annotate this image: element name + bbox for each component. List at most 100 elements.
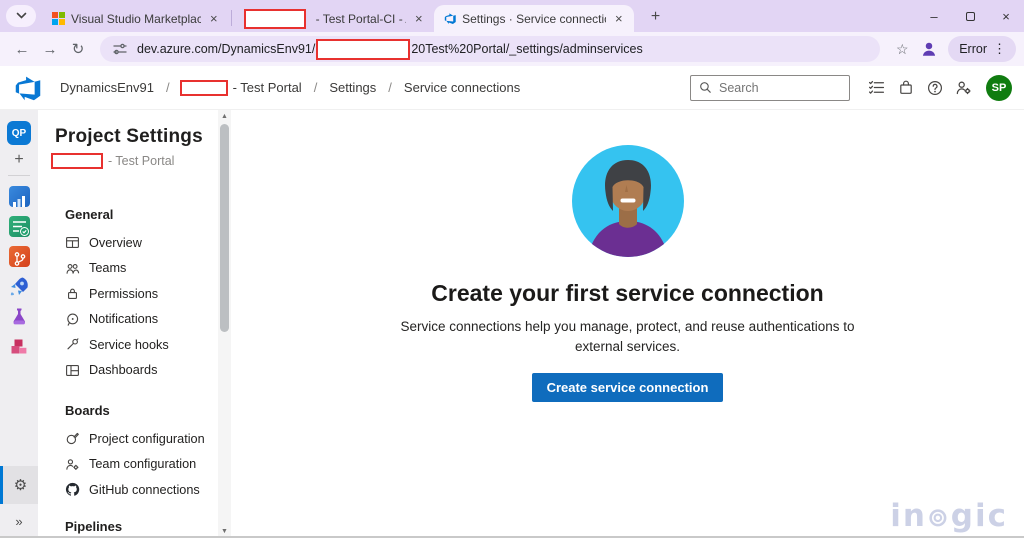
back-button[interactable]: ← bbox=[8, 41, 36, 58]
rail-item-overview[interactable] bbox=[0, 181, 38, 211]
scrollbar-thumb[interactable] bbox=[220, 124, 229, 332]
test-plans-flask-icon bbox=[10, 307, 28, 326]
close-tab-icon[interactable]: × bbox=[207, 11, 221, 26]
breadcrumb-separator: / bbox=[378, 80, 402, 95]
bookmark-star-icon[interactable]: ☆ bbox=[888, 41, 916, 58]
redaction-box bbox=[244, 9, 306, 29]
rail-item-test-plans[interactable] bbox=[0, 301, 38, 331]
empty-state-heading: Create your first service connection bbox=[431, 280, 823, 307]
search-icon bbox=[699, 81, 712, 94]
site-settings-icon[interactable] bbox=[112, 41, 128, 57]
product-rail: QP + bbox=[0, 110, 38, 538]
gear-icon: ⚙ bbox=[14, 476, 27, 494]
create-service-connection-button[interactable]: Create service connection bbox=[532, 373, 724, 402]
breadcrumb-separator: / bbox=[304, 80, 328, 95]
teams-icon bbox=[65, 261, 80, 276]
sidebar-item-overview[interactable]: Overview bbox=[38, 230, 218, 256]
breadcrumb-project[interactable]: - Test Portal bbox=[231, 80, 304, 95]
github-icon bbox=[65, 482, 80, 497]
overview-icon bbox=[65, 235, 80, 250]
browser-window: Visual Studio Marketplace × - Test Porta… bbox=[0, 0, 1024, 538]
search-input[interactable] bbox=[719, 81, 829, 95]
breadcrumb-separator: / bbox=[156, 80, 180, 95]
sidebar-scrollbar[interactable]: ▲ ▼ bbox=[218, 110, 231, 538]
sidebar-item-teams[interactable]: Teams bbox=[38, 256, 218, 282]
tab-title: - Test Portal-CI - Azur bbox=[316, 12, 406, 26]
tab-pipeline[interactable]: - Test Portal-CI - Azur × bbox=[234, 5, 434, 32]
repos-branch-icon bbox=[9, 246, 30, 267]
inogic-watermark: in⊚gic bbox=[890, 498, 1008, 534]
rail-divider bbox=[8, 175, 30, 176]
redaction-box bbox=[51, 153, 103, 169]
person-illustration bbox=[572, 145, 684, 257]
sidebar-title: Project Settings bbox=[55, 126, 218, 148]
browser-profile-icon[interactable] bbox=[916, 40, 942, 58]
help-icon[interactable] bbox=[920, 80, 949, 96]
tab-title: Visual Studio Marketplace bbox=[71, 12, 201, 26]
profile-error-pill[interactable]: Error ⋮ bbox=[948, 36, 1016, 62]
breadcrumb-service-connections[interactable]: Service connections bbox=[402, 80, 522, 95]
breadcrumb-org[interactable]: DynamicsEnv91 bbox=[58, 80, 156, 95]
rail-expand-button[interactable]: » bbox=[0, 504, 38, 538]
chevron-down-icon bbox=[16, 12, 27, 20]
sidebar-item-dashboards[interactable]: Dashboards bbox=[38, 358, 218, 384]
scroll-down-icon[interactable]: ▼ bbox=[221, 525, 228, 538]
url-prefix: dev.azure.com/DynamicsEnv91/ bbox=[137, 42, 315, 56]
main-content: Create your first service connection Ser… bbox=[231, 110, 1024, 538]
rail-item-pipelines[interactable] bbox=[0, 271, 38, 301]
notifications-icon bbox=[65, 312, 80, 327]
maximize-button[interactable] bbox=[952, 12, 988, 21]
tab-marketplace[interactable]: Visual Studio Marketplace × bbox=[42, 5, 229, 32]
app-body: QP + bbox=[0, 110, 1024, 538]
sidebar-item-team-configuration[interactable]: Team configuration bbox=[38, 452, 218, 478]
microsoft-logo-icon bbox=[52, 12, 65, 25]
rail-item-artifacts[interactable] bbox=[0, 331, 38, 361]
watermark-o-icon: ⊚ bbox=[927, 503, 951, 533]
reload-button[interactable]: ↻ bbox=[64, 40, 92, 58]
sidebar-item-notifications[interactable]: Notifications bbox=[38, 307, 218, 333]
user-avatar[interactable]: SP bbox=[986, 75, 1012, 101]
redaction-box bbox=[316, 39, 410, 60]
add-project-button[interactable]: + bbox=[0, 148, 38, 172]
forward-button[interactable]: → bbox=[36, 41, 64, 58]
azure-devops-logo[interactable] bbox=[14, 74, 42, 102]
tab-separator bbox=[231, 10, 232, 26]
close-tab-icon[interactable]: × bbox=[412, 11, 426, 26]
rail-item-project-settings[interactable]: ⚙ bbox=[0, 466, 38, 504]
sidebar-item-service-hooks[interactable]: Service hooks bbox=[38, 332, 218, 358]
rail-item-repos[interactable] bbox=[0, 241, 38, 271]
sidebar-item-permissions[interactable]: Permissions bbox=[38, 281, 218, 307]
minimize-button[interactable]: – bbox=[916, 9, 952, 24]
address-bar[interactable]: dev.azure.com/DynamicsEnv91/ 20Test%20Po… bbox=[100, 36, 880, 62]
azure-devops-header: DynamicsEnv91 / - Test Portal / Settings… bbox=[0, 66, 1024, 110]
sidebar-item-project-configuration[interactable]: Project configuration bbox=[38, 426, 218, 452]
tab-search-button[interactable] bbox=[6, 5, 36, 27]
user-settings-icon[interactable] bbox=[949, 79, 978, 96]
rail-item-boards[interactable] bbox=[0, 211, 38, 241]
redaction-box bbox=[180, 80, 228, 96]
marketplace-bag-icon[interactable] bbox=[891, 80, 920, 96]
empty-state-description: Service connections help you manage, pro… bbox=[388, 317, 868, 358]
sidebar-item-github-connections[interactable]: GitHub connections bbox=[38, 477, 218, 503]
close-window-button[interactable]: × bbox=[988, 9, 1024, 24]
service-hooks-icon bbox=[65, 337, 80, 352]
scroll-up-icon[interactable]: ▲ bbox=[221, 110, 228, 123]
sidebar-subtitle-text: - Test Portal bbox=[108, 154, 174, 168]
close-tab-icon[interactable]: × bbox=[612, 11, 626, 26]
artifacts-boxes-icon bbox=[10, 337, 28, 355]
maximize-icon bbox=[966, 12, 975, 21]
header-right: SP bbox=[690, 75, 1012, 101]
azure-devops-icon bbox=[444, 11, 457, 26]
breadcrumb: DynamicsEnv91 / - Test Portal / Settings… bbox=[58, 80, 522, 96]
task-list-icon[interactable] bbox=[862, 79, 891, 96]
tab-service-connections[interactable]: Settings · Service connections (( × bbox=[434, 5, 634, 32]
breadcrumb-settings[interactable]: Settings bbox=[327, 80, 378, 95]
settings-sidebar: Project Settings - Test Portal General O… bbox=[38, 110, 218, 538]
double-chevron-icon: » bbox=[15, 514, 22, 529]
project-avatar[interactable]: QP bbox=[0, 118, 38, 148]
browser-toolbar: ← → ↻ dev.azure.com/DynamicsEnv91/ 20Tes… bbox=[0, 32, 1024, 66]
search-box[interactable] bbox=[690, 75, 850, 101]
kebab-menu-icon[interactable]: ⋮ bbox=[987, 41, 1012, 57]
new-tab-button[interactable]: + bbox=[644, 8, 668, 26]
dashboards-icon bbox=[65, 363, 80, 378]
